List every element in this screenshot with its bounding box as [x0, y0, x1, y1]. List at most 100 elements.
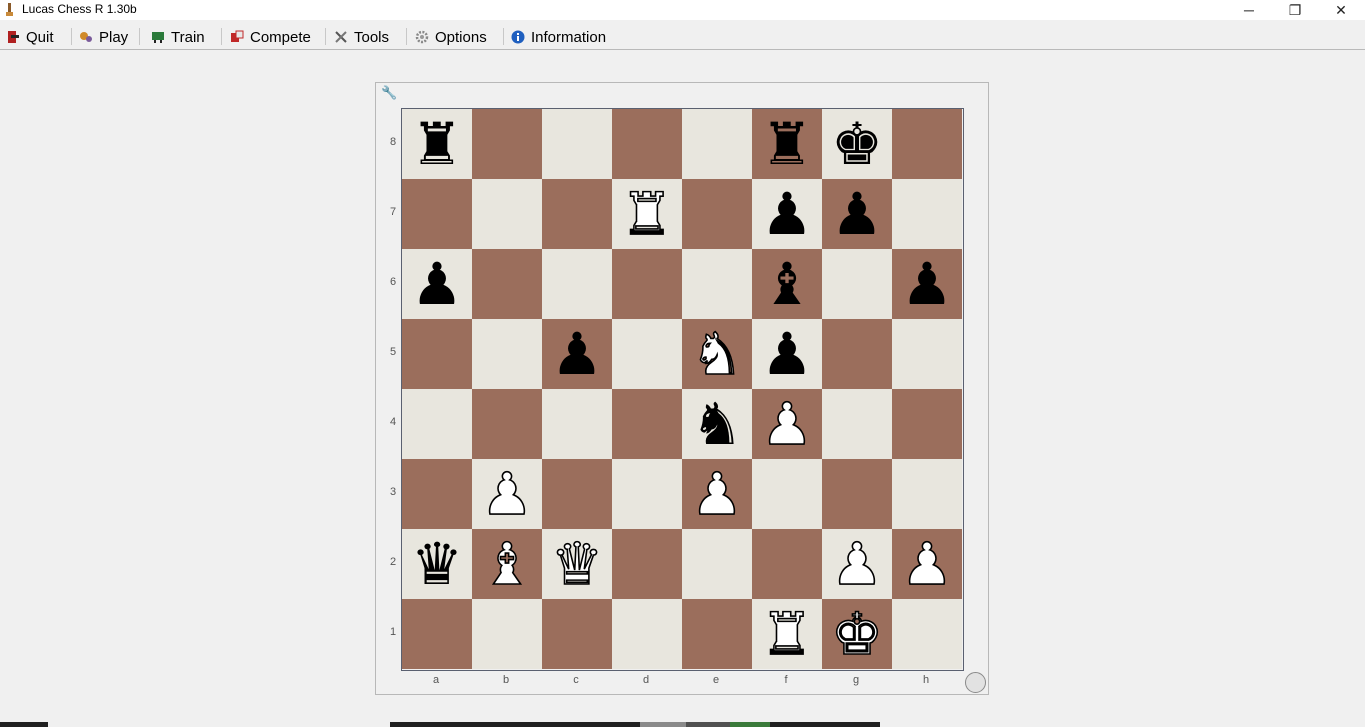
black-queen-icon[interactable]: ♛ — [411, 529, 463, 599]
square-f2[interactable] — [752, 529, 822, 599]
chess-board[interactable]: ♜ ♜ ♚ ♜ ♟ ♟ ♟ ♝ ♟ ♟ ♞ ♟ ♞ ♟ ♟ ♟ ♛ ♝ ♛ ♟ ♟ ♜ ♚ — [401, 108, 964, 671]
square-e3[interactable]: ♟ — [682, 459, 752, 529]
black-knight-icon[interactable]: ♞ — [691, 389, 743, 459]
square-f1[interactable]: ♜ — [752, 599, 822, 669]
square-b2[interactable]: ♝ — [472, 529, 542, 599]
black-pawn-icon[interactable]: ♟ — [761, 179, 813, 249]
menu-compete[interactable]: Compete — [230, 26, 311, 48]
square-d4[interactable] — [612, 389, 682, 459]
white-knight-icon[interactable]: ♞ — [690, 319, 744, 389]
square-a7[interactable] — [402, 179, 472, 249]
square-c8[interactable] — [542, 109, 612, 179]
square-b7[interactable] — [472, 179, 542, 249]
square-a8[interactable]: ♜ — [402, 109, 472, 179]
white-pawn-icon[interactable]: ♟ — [830, 529, 884, 599]
square-c7[interactable] — [542, 179, 612, 249]
square-d2[interactable] — [612, 529, 682, 599]
square-h5[interactable] — [892, 319, 962, 389]
black-pawn-icon[interactable]: ♟ — [901, 249, 953, 319]
square-h2[interactable]: ♟ — [892, 529, 962, 599]
square-a5[interactable] — [402, 319, 472, 389]
white-pawn-icon[interactable]: ♟ — [760, 389, 814, 459]
square-g5[interactable] — [822, 319, 892, 389]
square-h7[interactable] — [892, 179, 962, 249]
square-g3[interactable] — [822, 459, 892, 529]
square-a6[interactable]: ♟ — [402, 249, 472, 319]
black-rook-icon[interactable]: ♜ — [411, 109, 463, 179]
black-bishop-icon[interactable]: ♝ — [761, 249, 813, 319]
square-c1[interactable] — [542, 599, 612, 669]
white-pawn-icon[interactable]: ♟ — [690, 459, 744, 529]
square-c2[interactable]: ♛ — [542, 529, 612, 599]
white-rook-icon[interactable]: ♜ — [620, 179, 674, 249]
black-rook-icon[interactable]: ♜ — [761, 109, 813, 179]
square-f7[interactable]: ♟ — [752, 179, 822, 249]
square-f4[interactable]: ♟ — [752, 389, 822, 459]
minimize-button[interactable]: ─ — [1226, 0, 1272, 20]
menu-tools[interactable]: Tools — [334, 26, 389, 48]
square-h1[interactable] — [892, 599, 962, 669]
square-g7[interactable]: ♟ — [822, 179, 892, 249]
square-b4[interactable] — [472, 389, 542, 459]
square-e1[interactable] — [682, 599, 752, 669]
square-c4[interactable] — [542, 389, 612, 459]
square-c3[interactable] — [542, 459, 612, 529]
square-a3[interactable] — [402, 459, 472, 529]
close-button[interactable]: ✕ — [1318, 0, 1364, 20]
square-d8[interactable] — [612, 109, 682, 179]
square-f3[interactable] — [752, 459, 822, 529]
square-h3[interactable] — [892, 459, 962, 529]
square-e2[interactable] — [682, 529, 752, 599]
black-pawn-icon[interactable]: ♟ — [411, 249, 463, 319]
maximize-button[interactable]: ❐ — [1272, 0, 1318, 20]
menu-play[interactable]: Play — [79, 26, 128, 48]
square-e6[interactable] — [682, 249, 752, 319]
square-b5[interactable] — [472, 319, 542, 389]
square-a4[interactable] — [402, 389, 472, 459]
white-queen-icon[interactable]: ♛ — [550, 529, 604, 599]
square-h4[interactable] — [892, 389, 962, 459]
square-d6[interactable] — [612, 249, 682, 319]
white-pawn-icon[interactable]: ♟ — [480, 459, 534, 529]
black-pawn-icon[interactable]: ♟ — [551, 319, 603, 389]
board-config-icon[interactable]: 🔧 — [381, 86, 397, 100]
square-e8[interactable] — [682, 109, 752, 179]
square-c5[interactable]: ♟ — [542, 319, 612, 389]
square-e5[interactable]: ♞ — [682, 319, 752, 389]
square-d5[interactable] — [612, 319, 682, 389]
square-f5[interactable]: ♟ — [752, 319, 822, 389]
square-c6[interactable] — [542, 249, 612, 319]
menu-train[interactable]: Train — [151, 26, 205, 48]
square-g1[interactable]: ♚ — [822, 599, 892, 669]
white-king-icon[interactable]: ♚ — [830, 599, 884, 669]
square-f6[interactable]: ♝ — [752, 249, 822, 319]
square-f8[interactable]: ♜ — [752, 109, 822, 179]
rank-label: 8 — [389, 136, 397, 148]
square-d1[interactable] — [612, 599, 682, 669]
square-b3[interactable]: ♟ — [472, 459, 542, 529]
white-rook-icon[interactable]: ♜ — [760, 599, 814, 669]
square-b6[interactable] — [472, 249, 542, 319]
square-d7[interactable]: ♜ — [612, 179, 682, 249]
square-a2[interactable]: ♛ — [402, 529, 472, 599]
square-b8[interactable] — [472, 109, 542, 179]
black-pawn-icon[interactable]: ♟ — [761, 319, 813, 389]
square-g6[interactable] — [822, 249, 892, 319]
square-h6[interactable]: ♟ — [892, 249, 962, 319]
square-h8[interactable] — [892, 109, 962, 179]
menu-information[interactable]: Information — [511, 26, 606, 48]
square-e7[interactable] — [682, 179, 752, 249]
square-a1[interactable] — [402, 599, 472, 669]
menu-quit[interactable]: Quit — [6, 26, 54, 48]
white-bishop-icon[interactable]: ♝ — [480, 529, 534, 599]
square-g8[interactable]: ♚ — [822, 109, 892, 179]
black-king-icon[interactable]: ♚ — [831, 109, 883, 179]
white-pawn-icon[interactable]: ♟ — [900, 529, 954, 599]
square-e4[interactable]: ♞ — [682, 389, 752, 459]
square-b1[interactable] — [472, 599, 542, 669]
black-pawn-icon[interactable]: ♟ — [831, 179, 883, 249]
square-d3[interactable] — [612, 459, 682, 529]
menu-options[interactable]: Options — [415, 26, 487, 48]
square-g4[interactable] — [822, 389, 892, 459]
square-g2[interactable]: ♟ — [822, 529, 892, 599]
